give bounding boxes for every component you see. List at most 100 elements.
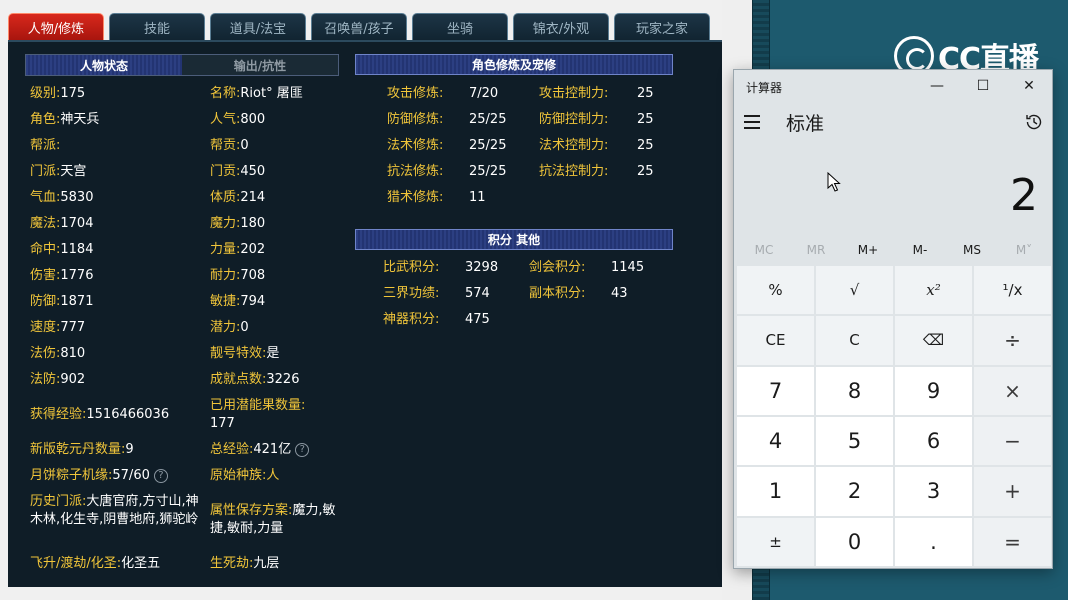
close-button[interactable]: ✕ — [1006, 70, 1052, 102]
mr-button[interactable]: MR — [790, 238, 842, 262]
m-minus-button[interactable]: M- — [894, 238, 946, 262]
stat-magic-damage: 法伤:810 — [30, 345, 85, 363]
minimize-button[interactable]: — — [914, 70, 960, 102]
digit-9-button[interactable]: 9 — [895, 366, 972, 415]
stat-value: 475 — [465, 312, 490, 327]
stat-value: 1145 — [611, 260, 645, 275]
stat-speed: 速度:777 — [30, 319, 85, 337]
stat-label: 靓号特效: — [210, 346, 267, 361]
calculator-titlebar[interactable]: 计算器 — ☐ ✕ — [734, 70, 1052, 102]
stat-guild: 帮派: — [30, 137, 60, 155]
digit-0-button[interactable]: 0 — [816, 517, 893, 566]
stat-label: 魔力: — [210, 216, 241, 231]
stat-label: 防御控制力: — [539, 112, 609, 127]
subtract-button[interactable]: − — [974, 416, 1051, 466]
digit-2-button[interactable]: 2 — [816, 467, 893, 516]
stat-level: 级别:175 — [30, 85, 85, 103]
negate-button[interactable]: ± — [737, 517, 814, 566]
stat-value: 9 — [125, 442, 134, 457]
stat-value: 3298 — [465, 260, 499, 275]
divide-button[interactable]: ÷ — [974, 316, 1051, 365]
history-icon[interactable] — [1024, 112, 1044, 132]
stat-value: 57/60 — [112, 468, 150, 483]
stat-value: 202 — [240, 242, 266, 257]
stat-value: 5830 — [60, 190, 94, 205]
tab-skills[interactable]: 技能 — [109, 13, 205, 40]
stat-value: 天宫 — [60, 164, 87, 179]
ms-button[interactable]: MS — [946, 238, 998, 262]
stat-label: 法术控制力: — [539, 138, 609, 153]
stat-label: 体质: — [210, 190, 241, 205]
stat-label: 生死劫: — [210, 556, 254, 571]
points-dungeon: 副本积分: 43 — [529, 285, 628, 303]
stat-label: 级别: — [30, 86, 61, 101]
stat-value: 人 — [266, 468, 280, 483]
digit-6-button[interactable]: 6 — [895, 416, 972, 466]
tab-summons[interactable]: 召唤兽/孩子 — [311, 13, 407, 40]
stat-value: 214 — [240, 190, 266, 205]
stat-value: 1516466036 — [86, 407, 170, 422]
decimal-button[interactable]: . — [895, 517, 972, 566]
stat-label: 力量: — [210, 242, 241, 257]
add-button[interactable]: + — [974, 467, 1051, 516]
ce-button[interactable]: CE — [737, 316, 814, 365]
calculator-title: 计算器 — [746, 81, 783, 95]
multiply-button[interactable]: × — [974, 366, 1051, 415]
stat-label: 神器积分: — [383, 312, 440, 327]
stat-tribulation: 生死劫:九层 — [210, 555, 279, 573]
subtab-status[interactable]: 人物状态 — [26, 55, 182, 75]
stat-magic-defense: 法防:902 — [30, 371, 85, 389]
tab-items[interactable]: 道具/法宝 — [210, 13, 306, 40]
help-icon[interactable]: ? — [153, 468, 168, 483]
stat-label: 人气: — [210, 112, 241, 127]
clear-button[interactable]: C — [816, 316, 893, 365]
percent-button[interactable]: % — [737, 266, 814, 315]
sqrt-button[interactable]: √ — [816, 266, 893, 315]
stat-label: 原始种族: — [210, 468, 267, 483]
stat-label: 属性保存方案: — [210, 503, 293, 518]
stat-label: 伤害: — [30, 268, 61, 283]
subtab-output[interactable]: 输出/抗性 — [182, 55, 338, 75]
square-button[interactable]: x² — [895, 266, 972, 315]
control-defense: 防御控制力: 25 — [539, 111, 654, 129]
digit-8-button[interactable]: 8 — [816, 366, 893, 415]
tab-home[interactable]: 玩家之家 — [614, 13, 710, 40]
digit-3-button[interactable]: 3 — [895, 467, 972, 516]
points-header: 积分 其他 — [355, 229, 673, 250]
stat-value: 神天兵 — [60, 112, 100, 127]
stat-label: 副本积分: — [529, 286, 586, 301]
cultivation-attack: 攻击修炼: 7/20 — [387, 85, 498, 103]
m-plus-button[interactable]: M+ — [842, 238, 894, 262]
maximize-button[interactable]: ☐ — [960, 70, 1006, 102]
equals-button[interactable]: = — [974, 517, 1051, 566]
mc-button[interactable]: MC — [738, 238, 790, 262]
game-window: 人物/修炼 技能 道具/法宝 召唤兽/孩子 坐骑 锦衣/外观 玩家之家 人物状态… — [0, 0, 722, 600]
keypad: % √ x² ¹/x CE C ⌫ ÷ 7 8 9 × 4 5 6 − 1 2 … — [737, 266, 1051, 566]
stat-value: 25 — [637, 86, 654, 101]
backspace-icon[interactable]: ⌫ — [895, 316, 972, 365]
digit-7-button[interactable]: 7 — [737, 366, 814, 415]
tab-appearance[interactable]: 锦衣/外观 — [513, 13, 609, 40]
digit-1-button[interactable]: 1 — [737, 467, 814, 516]
stat-label: 新版乾元丹数量: — [30, 442, 126, 457]
stat-race: 原始种族:人 — [210, 467, 279, 485]
stat-guild-contrib: 帮贡:0 — [210, 137, 249, 155]
digit-4-button[interactable]: 4 — [737, 416, 814, 466]
tab-character[interactable]: 人物/修炼 — [8, 13, 104, 40]
reciprocal-button[interactable]: ¹/x — [974, 266, 1051, 315]
stat-label: 气血: — [30, 190, 61, 205]
stat-potential: 潜力:0 — [210, 319, 249, 337]
points-artifact: 神器积分: 475 — [383, 311, 490, 329]
control-resist: 抗法控制力: 25 — [539, 163, 654, 181]
memory-list-button[interactable]: M˅ — [998, 238, 1050, 262]
menu-icon[interactable] — [744, 110, 766, 134]
points-pvp: 比武积分: 3298 — [383, 259, 498, 277]
stat-role: 角色:神天兵 — [30, 111, 99, 129]
digit-5-button[interactable]: 5 — [816, 416, 893, 466]
stat-label: 获得经验: — [30, 407, 87, 422]
stat-school: 门派:天宫 — [30, 163, 86, 181]
tab-mounts[interactable]: 坐骑 — [412, 13, 508, 40]
help-icon[interactable]: ? — [295, 442, 310, 457]
stat-label: 门贡: — [210, 164, 241, 179]
stat-value: 450 — [240, 164, 266, 179]
